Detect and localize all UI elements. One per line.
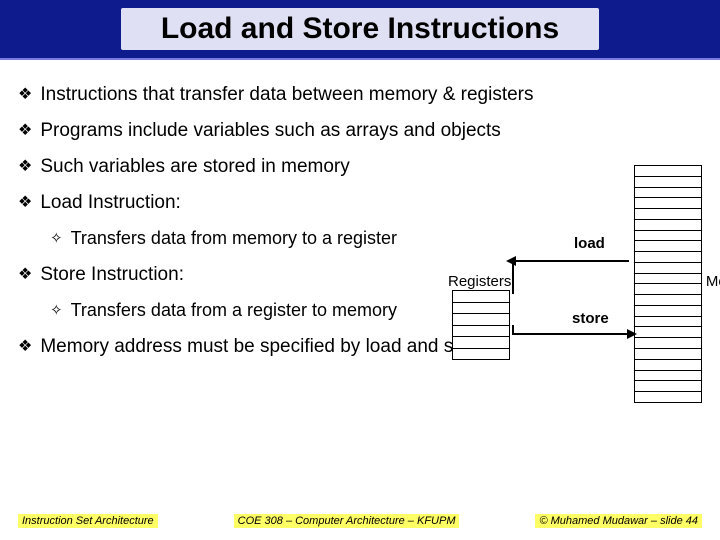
sub-bullet-text: Transfers data from memory to a register bbox=[71, 228, 397, 249]
diamond-outline-icon: ✧ bbox=[50, 300, 63, 322]
diamond-icon: ❖ bbox=[18, 336, 32, 358]
bullet-item: ❖ Instructions that transfer data betwee… bbox=[18, 84, 702, 106]
footer: Instruction Set Architecture COE 308 – C… bbox=[0, 514, 720, 528]
registers-label: Registers bbox=[448, 273, 511, 290]
sub-bullet-text: Transfers data from a register to memory bbox=[71, 300, 397, 321]
load-label: load bbox=[574, 235, 605, 252]
memory-register-diagram: load store Registers Memory bbox=[452, 165, 702, 405]
title-bar: Load and Store Instructions bbox=[0, 0, 720, 60]
bullet-text: Load Instruction: bbox=[40, 192, 180, 214]
diamond-outline-icon: ✧ bbox=[50, 228, 63, 250]
diamond-icon: ❖ bbox=[18, 120, 32, 142]
footer-center: COE 308 – Computer Architecture – KFUPM bbox=[234, 514, 460, 528]
store-label: store bbox=[572, 310, 609, 327]
memory-label: Memory bbox=[706, 273, 720, 290]
load-arrow-icon bbox=[514, 260, 629, 262]
bullet-text: Programs include variables such as array… bbox=[40, 120, 500, 142]
bullet-item: ❖ Programs include variables such as arr… bbox=[18, 120, 702, 142]
bullet-text: Such variables are stored in memory bbox=[40, 156, 349, 178]
diamond-icon: ❖ bbox=[18, 84, 32, 106]
memory-stack bbox=[634, 165, 702, 403]
register-stack bbox=[452, 290, 510, 360]
bullet-text: Memory address must be specified by load… bbox=[40, 336, 486, 358]
footer-right: © Muhamed Mudawar – slide 44 bbox=[535, 514, 702, 528]
bullet-text: Instructions that transfer data between … bbox=[40, 84, 533, 106]
footer-left: Instruction Set Architecture bbox=[18, 514, 158, 528]
page-title: Load and Store Instructions bbox=[121, 8, 599, 50]
store-arrow-icon bbox=[514, 333, 629, 335]
diamond-icon: ❖ bbox=[18, 192, 32, 214]
diamond-icon: ❖ bbox=[18, 156, 32, 178]
diamond-icon: ❖ bbox=[18, 264, 32, 286]
bullet-text: Store Instruction: bbox=[40, 264, 184, 286]
